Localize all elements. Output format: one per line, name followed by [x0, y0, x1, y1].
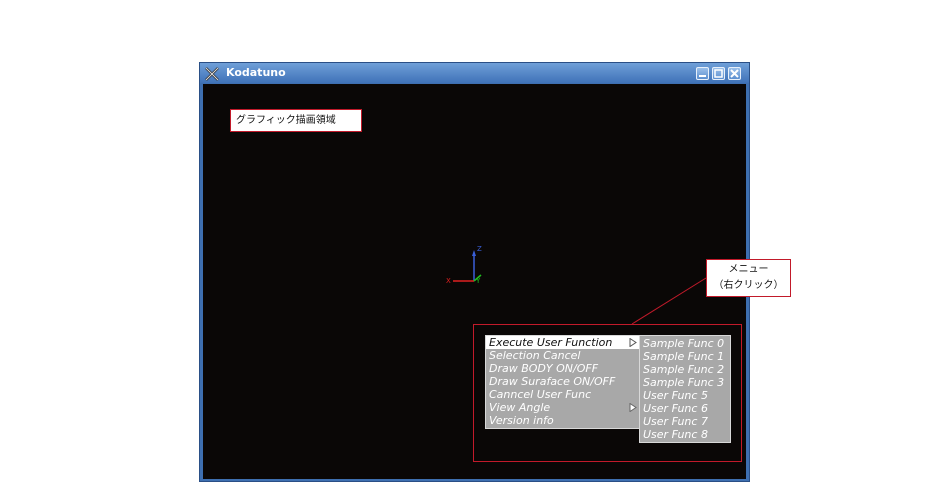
menu-label-line1: メニュー [728, 264, 769, 275]
graphics-area-label: グラフィック描画領域 [236, 115, 336, 126]
x-axis-label: X [446, 277, 451, 285]
submenu-arrow-icon [629, 403, 637, 412]
submenu-item[interactable]: Sample Func 3 [640, 376, 730, 389]
y-axis-label: Y [475, 277, 481, 285]
menu-item-view-angle[interactable]: View Angle [486, 401, 639, 414]
window-title: Kodatuno [226, 66, 286, 79]
submenu-item[interactable]: User Func 7 [640, 415, 730, 428]
maximize-icon [714, 69, 723, 78]
close-button[interactable] [728, 67, 741, 80]
submenu-item[interactable]: User Func 5 [640, 389, 730, 402]
close-icon [730, 69, 739, 78]
menu-callout: メニュー （右クリック） [706, 259, 791, 297]
menu-item-draw-surface[interactable]: Draw Suraface ON/OFF [486, 375, 639, 388]
title-bar[interactable]: Kodatuno [200, 63, 749, 83]
context-menu: Execute User Function Selection Cancel D… [485, 335, 640, 429]
z-axis-label: Z [477, 245, 482, 253]
app-icon [205, 66, 219, 81]
maximize-button[interactable] [712, 67, 725, 80]
submenu-item[interactable]: Sample Func 1 [640, 350, 730, 363]
submenu-item[interactable]: Sample Func 0 [640, 337, 730, 350]
graphics-area-callout: グラフィック描画領域 [230, 109, 362, 132]
submenu-item[interactable]: User Func 6 [640, 402, 730, 415]
menu-item-selection-cancel[interactable]: Selection Cancel [486, 349, 639, 362]
menu-item-execute-user-function[interactable]: Execute User Function [486, 336, 639, 349]
submenu-item[interactable]: User Func 8 [640, 428, 730, 441]
user-function-submenu: Sample Func 0 Sample Func 1 Sample Func … [639, 335, 731, 443]
menu-item-cancel-user-func[interactable]: Canncel User Func [486, 388, 639, 401]
menu-label-line2: （右クリック） [713, 280, 784, 291]
minimize-icon [699, 75, 706, 77]
minimize-button[interactable] [696, 67, 709, 80]
menu-item-draw-body[interactable]: Draw BODY ON/OFF [486, 362, 639, 375]
submenu-item[interactable]: Sample Func 2 [640, 363, 730, 376]
submenu-arrow-icon [629, 338, 637, 347]
menu-item-version-info[interactable]: Version info [486, 414, 639, 427]
